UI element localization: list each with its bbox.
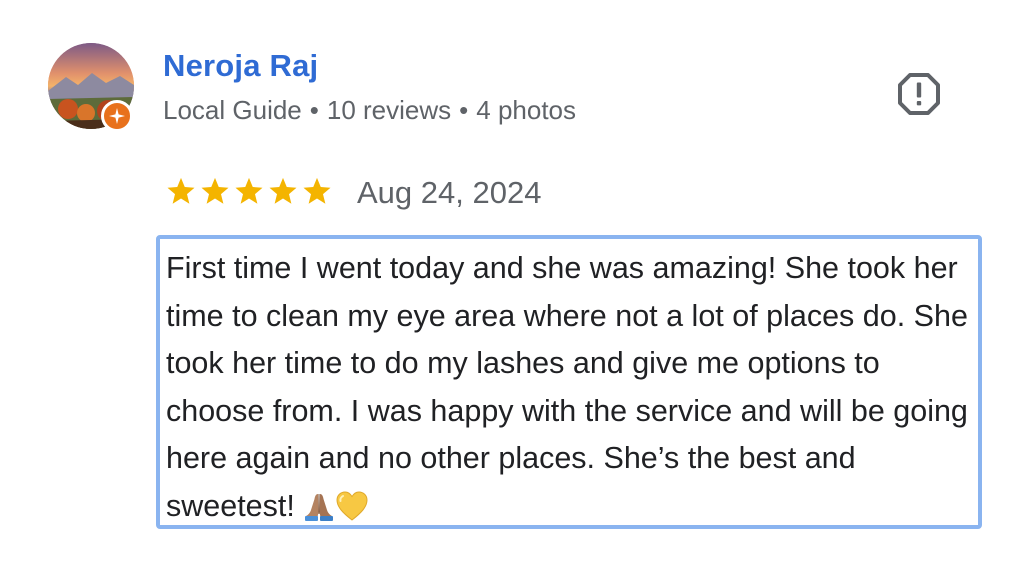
author-name[interactable]: Neroja Raj: [163, 48, 318, 84]
star-icon: [269, 177, 297, 204]
separator-dot: •: [309, 95, 319, 125]
photo-count: 4 photos: [476, 95, 577, 125]
star-icon: [201, 177, 229, 204]
star-icon: [303, 177, 331, 204]
star-icon: [235, 177, 263, 204]
review-text-box[interactable]: First time I went today and she was amaz…: [156, 235, 982, 529]
author-meta: Local Guide • 10 reviews • 4 photos: [163, 95, 576, 126]
report-button[interactable]: [895, 70, 943, 118]
report-flag-icon: [898, 73, 940, 115]
review-card: Neroja Raj Local Guide • 10 reviews • 4 phot…: [0, 0, 1024, 578]
star-rating: [165, 176, 333, 206]
separator-dot: •: [459, 95, 469, 125]
review-count: 10 reviews: [326, 95, 452, 125]
review-body: First time I went today and she was amaz…: [166, 251, 968, 523]
review-date: Aug 24, 2024: [357, 175, 542, 210]
star-icon: [167, 177, 195, 204]
local-guide-label: Local Guide: [163, 95, 302, 125]
local-guide-star-icon: [101, 100, 133, 132]
yellow-heart-emoji: [335, 489, 369, 526]
folded-hands-emoji: [303, 489, 335, 526]
review-text: First time I went today and she was amaz…: [166, 245, 978, 526]
